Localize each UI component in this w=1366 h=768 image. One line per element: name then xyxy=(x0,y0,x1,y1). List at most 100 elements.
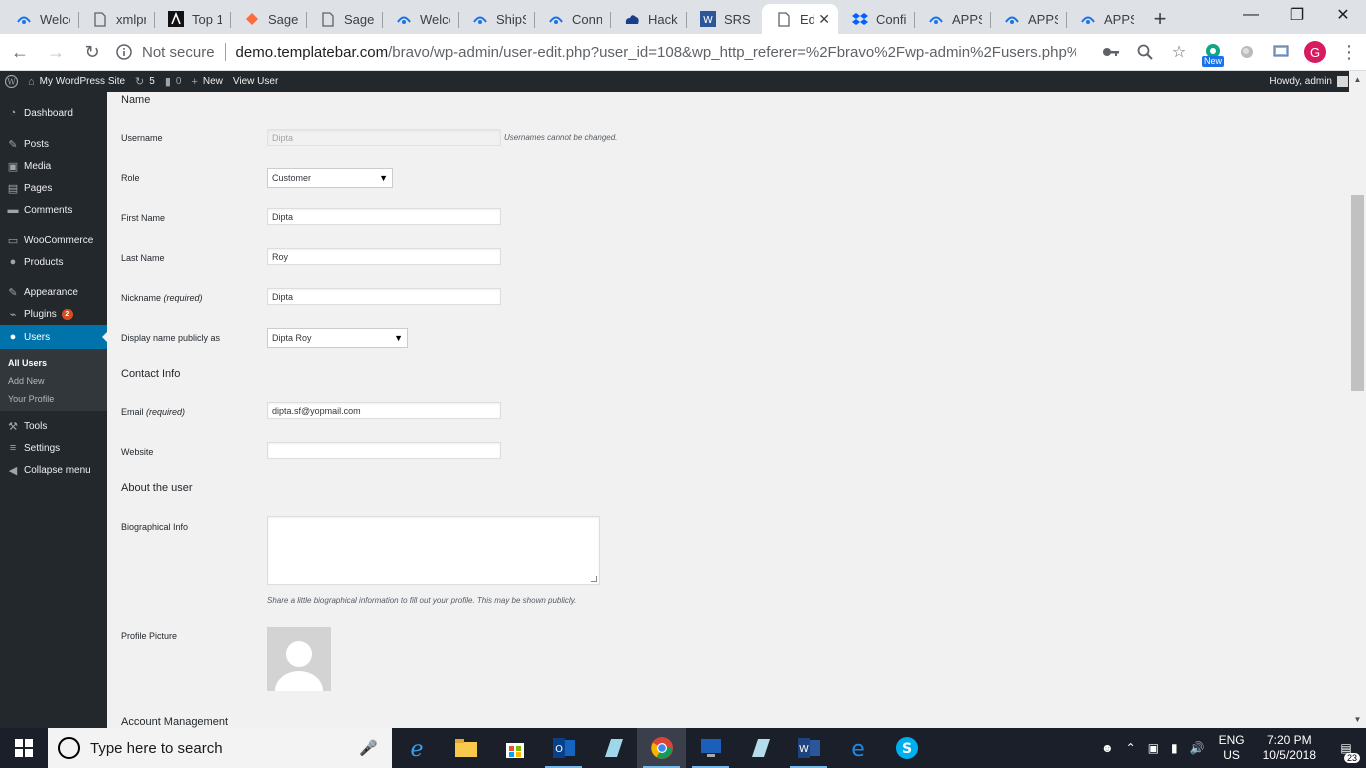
taskbar-explorer-icon[interactable] xyxy=(441,728,490,768)
bio-textarea[interactable] xyxy=(267,516,600,585)
users-submenu: All Users Add New Your Profile xyxy=(0,349,107,411)
pin-icon: ✎ xyxy=(8,138,18,151)
menu-item-woocommerce[interactable]: ▭ WooCommerce xyxy=(0,229,107,251)
input-language[interactable]: ENG US xyxy=(1211,733,1253,763)
browser-tab[interactable]: Welcome xyxy=(382,4,458,34)
taskbar-edge-icon[interactable]: e xyxy=(833,728,882,768)
browser-tab[interactable]: Config xyxy=(838,4,914,34)
scroll-up-arrow[interactable]: ▲ xyxy=(1349,71,1366,88)
taskbar-app2-icon[interactable] xyxy=(735,728,784,768)
scroll-thumb[interactable] xyxy=(1351,195,1364,391)
taskbar-store-icon[interactable] xyxy=(490,728,539,768)
extension-app-icon[interactable] xyxy=(1264,36,1298,68)
tab-close-icon[interactable]: ✕ xyxy=(818,11,830,28)
nickname-input[interactable]: Dipta xyxy=(267,288,501,305)
browser-tab[interactable]: Top 10 xyxy=(154,4,230,34)
people-icon[interactable]: ☻ xyxy=(1095,741,1120,755)
battery-icon[interactable]: ▮ xyxy=(1165,741,1184,755)
volume-icon[interactable]: 🔊 xyxy=(1184,741,1211,755)
display-name-label: Display name publicly as xyxy=(121,333,221,343)
new-content-link[interactable]: + New xyxy=(191,71,222,92)
back-button[interactable]: ← xyxy=(4,36,36,68)
zoom-icon[interactable] xyxy=(1128,36,1162,68)
scroll-down-arrow[interactable]: ▼ xyxy=(1349,711,1366,728)
browser-tab[interactable]: APPSeCon xyxy=(1066,4,1142,34)
taskbar-word-icon[interactable]: W xyxy=(784,728,833,768)
action-center-icon[interactable]: ▤ 23 xyxy=(1326,741,1366,763)
tab-title: Sage 300 xyxy=(344,11,374,27)
browser-tab[interactable]: APPSeCon xyxy=(990,4,1066,34)
menu-item-plugins[interactable]: ⌁ Plugins 2 xyxy=(0,303,107,325)
taskbar-outlook-icon[interactable]: O xyxy=(539,728,588,768)
first-name-input[interactable]: Dipta xyxy=(267,208,501,225)
menu-item-users[interactable]: ● Users xyxy=(0,325,107,349)
submenu-item-your-profile[interactable]: Your Profile xyxy=(0,390,107,408)
menu-item-label: Pages xyxy=(24,182,53,194)
email-input[interactable]: dipta.sf@yopmail.com xyxy=(267,402,501,419)
url-text[interactable]: demo.templatebar.com/bravo/wp-admin/user… xyxy=(236,44,1076,61)
menu-item-dashboard[interactable]: ◔ Dashboard xyxy=(0,102,107,124)
taskbar-app-icon[interactable] xyxy=(588,728,637,768)
wp-logo-icon[interactable]: W xyxy=(5,71,18,92)
reload-button[interactable]: ↻ xyxy=(76,36,108,68)
new-tab-button[interactable]: + xyxy=(1142,4,1178,34)
close-window-button[interactable]: ✕ xyxy=(1320,0,1366,30)
browser-tab[interactable]: Sage 300 xyxy=(230,4,306,34)
browser-tab[interactable]: ShipStation xyxy=(458,4,534,34)
site-name-link[interactable]: ⌂ My WordPress Site xyxy=(28,71,125,92)
address-bar[interactable]: Not secure demo.templatebar.com/bravo/wp… xyxy=(114,37,1086,67)
svg-text:O: O xyxy=(555,744,563,755)
minimize-button[interactable]: — xyxy=(1228,0,1274,30)
display-name-select[interactable]: Dipta Roy ▼ xyxy=(267,328,408,348)
browser-tab[interactable]: Welcome xyxy=(2,4,78,34)
taskbar-ie-icon[interactable]: e xyxy=(392,728,441,768)
browser-tab[interactable]: Connect xyxy=(534,4,610,34)
wp-icon xyxy=(928,11,944,27)
menu-item-appearance[interactable]: ✎ Appearance xyxy=(0,281,107,303)
page-scrollbar[interactable]: ▲ ▼ xyxy=(1349,71,1366,728)
browser-tab[interactable]: APPSeCon xyxy=(914,4,990,34)
menu-item-pages[interactable]: ▤ Pages xyxy=(0,177,107,199)
menu-item-collapse-menu[interactable]: ◀ Collapse menu xyxy=(0,459,107,481)
taskbar-chrome-icon[interactable] xyxy=(637,728,686,768)
menu-item-comments[interactable]: ▬ Comments xyxy=(0,199,107,221)
updates-link[interactable]: ↻ 5 xyxy=(135,71,155,92)
profile-avatar[interactable]: G xyxy=(1298,36,1332,68)
clock[interactable]: 7:20 PM 10/5/2018 xyxy=(1253,733,1326,763)
brush-icon: ✎ xyxy=(8,286,18,299)
last-name-input[interactable]: Roy xyxy=(267,248,501,265)
role-select[interactable]: Customer ▼ xyxy=(267,168,393,188)
taskbar-skype-icon[interactable]: S xyxy=(882,728,931,768)
comments-link[interactable]: ▮ 0 xyxy=(165,71,182,92)
menu-item-posts[interactable]: ✎ Posts xyxy=(0,133,107,155)
menu-item-tools[interactable]: ⚒ Tools xyxy=(0,415,107,437)
extension-circle-icon[interactable] xyxy=(1230,36,1264,68)
extension-grammarly-icon[interactable]: New xyxy=(1196,36,1230,68)
submenu-item-add-new[interactable]: Add New xyxy=(0,372,107,390)
bookmark-star-icon[interactable]: ☆ xyxy=(1162,36,1196,68)
info-icon[interactable] xyxy=(114,42,134,62)
browser-tab[interactable]: xmlpress xyxy=(78,4,154,34)
taskbar-search[interactable]: Type here to search 🎤 xyxy=(48,728,392,768)
view-user-link[interactable]: View User xyxy=(233,71,278,92)
menu-item-products[interactable]: ● Products xyxy=(0,251,107,273)
tab-active[interactable]: Edit User✕ xyxy=(762,4,838,34)
tray-chevron-up-icon[interactable]: ⌃ xyxy=(1120,741,1142,755)
my-account-link[interactable]: Howdy, admin xyxy=(1269,76,1348,87)
windows-start-button[interactable] xyxy=(0,728,48,768)
browser-tab[interactable]: Hackathon xyxy=(610,4,686,34)
maximize-button[interactable]: ❐ xyxy=(1274,0,1320,30)
website-input[interactable] xyxy=(267,442,501,459)
dashboard-icon: ◔ xyxy=(9,107,17,119)
forward-button[interactable]: → xyxy=(40,36,72,68)
key-icon[interactable] xyxy=(1094,36,1128,68)
menu-item-settings[interactable]: ≡ Settings xyxy=(0,437,107,459)
network-icon[interactable]: ▣ xyxy=(1142,741,1165,755)
browser-tab[interactable]: Sage 300 xyxy=(306,4,382,34)
browser-tab[interactable]: W SRS doc xyxy=(686,4,762,34)
submenu-item-all-users[interactable]: All Users xyxy=(0,354,107,372)
chrome-menu-icon[interactable]: ⋮ xyxy=(1332,36,1366,68)
menu-item-media[interactable]: ▣ Media xyxy=(0,155,107,177)
taskbar-remote-icon[interactable] xyxy=(686,728,735,768)
resize-handle[interactable] xyxy=(591,576,597,582)
